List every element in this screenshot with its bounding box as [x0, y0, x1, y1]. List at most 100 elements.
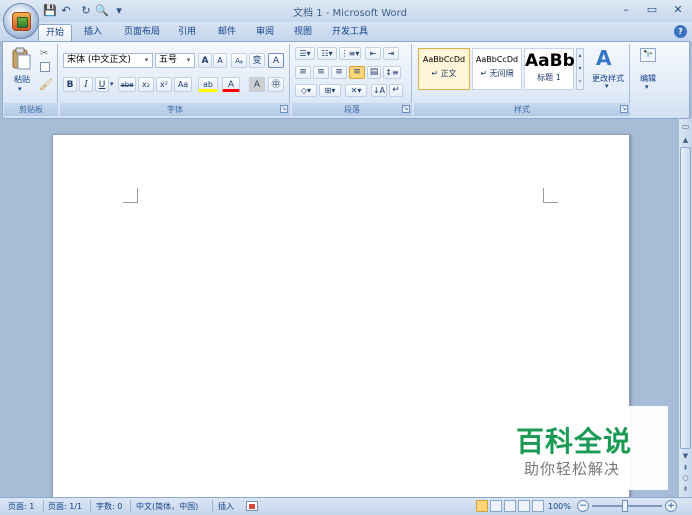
- styles-dialog-launcher-icon[interactable]: ↘: [620, 105, 628, 113]
- font-color-button[interactable]: A: [222, 77, 240, 92]
- tab-mailings[interactable]: 邮件: [212, 24, 242, 41]
- align-right-icon[interactable]: ≡: [331, 66, 347, 79]
- multilevel-list-icon[interactable]: ⋮≡▾: [339, 47, 361, 60]
- change-case-button[interactable]: Aa: [174, 77, 192, 92]
- line-spacing-icon[interactable]: ↕≡: [383, 66, 401, 79]
- help-icon[interactable]: ?: [674, 25, 687, 38]
- font-size-value: 五号: [159, 55, 178, 65]
- clipboard-group-label: 剪贴板: [4, 103, 58, 116]
- format-painter-icon[interactable]: 🖌: [39, 78, 53, 91]
- zoom-level[interactable]: 100%: [548, 500, 571, 513]
- maximize-button[interactable]: ▭: [640, 2, 664, 18]
- status-page[interactable]: 页面: 1: [8, 500, 34, 513]
- chevron-down-icon[interactable]: ▾: [110, 80, 114, 88]
- paste-button[interactable]: [10, 46, 32, 76]
- status-insert-mode[interactable]: 插入: [218, 500, 234, 513]
- draft-view-icon[interactable]: [532, 500, 544, 512]
- zoom-out-icon[interactable]: −: [577, 500, 589, 512]
- office-logo-icon: [13, 13, 30, 30]
- subscript-button[interactable]: x₂: [138, 77, 154, 92]
- font-group-label: 字体: [60, 103, 290, 116]
- numbering-icon[interactable]: ☷▾: [317, 47, 337, 60]
- scrollbar-thumb[interactable]: [680, 147, 691, 449]
- bullets-icon[interactable]: ☰▾: [295, 47, 315, 60]
- sort-icon[interactable]: ↓A: [371, 84, 387, 97]
- scroll-down-icon[interactable]: ▼: [679, 450, 692, 462]
- copy-icon[interactable]: [40, 62, 50, 72]
- italic-button[interactable]: I: [79, 77, 93, 92]
- font-name-combo[interactable]: 宋体 (中文正文) ▾: [63, 53, 153, 68]
- tab-references[interactable]: 引用: [172, 24, 202, 41]
- chevron-down-icon[interactable]: ▾: [605, 82, 609, 90]
- change-styles-button[interactable]: A 更改样式 ▾: [588, 46, 628, 90]
- save-icon[interactable]: 💾: [42, 3, 58, 18]
- shading-icon[interactable]: ◇▾: [295, 84, 317, 97]
- align-left-icon[interactable]: ≡: [295, 66, 311, 79]
- outline-view-icon[interactable]: [518, 500, 530, 512]
- undo-icon[interactable]: ↶: [58, 3, 74, 18]
- redo-icon[interactable]: ↻: [78, 3, 94, 18]
- editing-button[interactable]: 🔭 编辑 ▾: [636, 46, 660, 92]
- highlight-button[interactable]: ab: [198, 77, 218, 92]
- tab-view[interactable]: 视图: [288, 24, 318, 41]
- full-screen-reading-view-icon[interactable]: [490, 500, 502, 512]
- shrink-font-button[interactable]: A: [213, 53, 227, 68]
- strikethrough-button[interactable]: abe: [118, 77, 136, 92]
- tab-developer[interactable]: 开发工具: [326, 24, 374, 41]
- bold-button[interactable]: B: [63, 77, 77, 92]
- distributed-icon[interactable]: ▤: [367, 66, 381, 79]
- enclose-characters-button[interactable]: ㊥: [268, 77, 284, 92]
- next-page-icon[interactable]: ⇟: [679, 483, 692, 495]
- status-language[interactable]: 中文(简体，中国): [136, 500, 198, 513]
- zoom-in-icon[interactable]: +: [665, 500, 677, 512]
- cut-icon[interactable]: ✂: [40, 48, 48, 59]
- show-marks-icon[interactable]: ↵: [389, 84, 403, 97]
- scroll-up-icon[interactable]: ▲: [679, 134, 692, 146]
- print-layout-view-icon[interactable]: [476, 500, 488, 512]
- ruler-toggle-icon[interactable]: ▭: [679, 121, 692, 133]
- record-dot: [249, 504, 255, 509]
- align-center-icon[interactable]: ≡: [313, 66, 329, 79]
- grow-font-button[interactable]: A: [198, 53, 212, 68]
- increase-indent-icon[interactable]: ⇥: [383, 47, 399, 60]
- tab-home[interactable]: 开始: [38, 24, 72, 41]
- web-layout-view-icon[interactable]: [504, 500, 516, 512]
- paste-icon: [12, 47, 31, 70]
- status-separator: [212, 500, 213, 513]
- paste-dropdown-icon[interactable]: ▾: [18, 85, 22, 93]
- office-button[interactable]: [3, 3, 39, 39]
- window-title: 文档 1 - Microsoft Word: [293, 8, 407, 19]
- font-dialog-launcher-icon[interactable]: ↘: [280, 105, 288, 113]
- superscript-button[interactable]: x²: [156, 77, 172, 92]
- style-heading-1[interactable]: AaBb 标题 1: [524, 48, 575, 90]
- close-button[interactable]: ✕: [666, 2, 690, 18]
- qat-customize-icon[interactable]: ▾: [114, 3, 124, 18]
- print-preview-icon[interactable]: 🔍: [94, 3, 110, 18]
- macro-record-icon[interactable]: [246, 501, 258, 511]
- chevron-down-icon[interactable]: ▾: [184, 55, 193, 66]
- justify-icon[interactable]: ≡: [349, 66, 365, 79]
- character-border-button[interactable]: A: [268, 53, 284, 68]
- borders-icon[interactable]: ⊞▾: [319, 84, 341, 97]
- tab-page-layout[interactable]: 页面布局: [118, 24, 166, 41]
- chevron-down-icon[interactable]: ▾: [142, 55, 151, 66]
- tab-review[interactable]: 审阅: [250, 24, 280, 41]
- tab-insert[interactable]: 插入: [78, 24, 108, 41]
- font-size-combo[interactable]: 五号 ▾: [155, 53, 195, 68]
- style-sample: AaBbCcDd: [475, 55, 519, 64]
- clear-format-button[interactable]: Aᵩ: [231, 53, 247, 68]
- decrease-indent-icon[interactable]: ⇤: [365, 47, 381, 60]
- chinese-layout-icon[interactable]: ✕▾: [345, 84, 367, 97]
- style-no-spacing[interactable]: AaBbCcDd ↵ 无间隔: [472, 48, 522, 90]
- underline-button[interactable]: U: [95, 77, 109, 92]
- styles-scroll[interactable]: ▴ ▾ ▿: [576, 48, 584, 90]
- watermark-subtitle: 助你轻松解决: [524, 460, 621, 478]
- style-normal[interactable]: AaBbCcDd ↵ 正文: [418, 48, 470, 90]
- zoom-slider-thumb[interactable]: [622, 500, 628, 512]
- character-shading-button[interactable]: A: [249, 77, 265, 92]
- status-pages[interactable]: 页面: 1/1: [48, 500, 82, 513]
- minimize-button[interactable]: –: [614, 2, 638, 18]
- phonetic-guide-button[interactable]: 变: [249, 53, 265, 68]
- status-word-count[interactable]: 字数: 0: [96, 500, 122, 513]
- paragraph-dialog-launcher-icon[interactable]: ↘: [402, 105, 410, 113]
